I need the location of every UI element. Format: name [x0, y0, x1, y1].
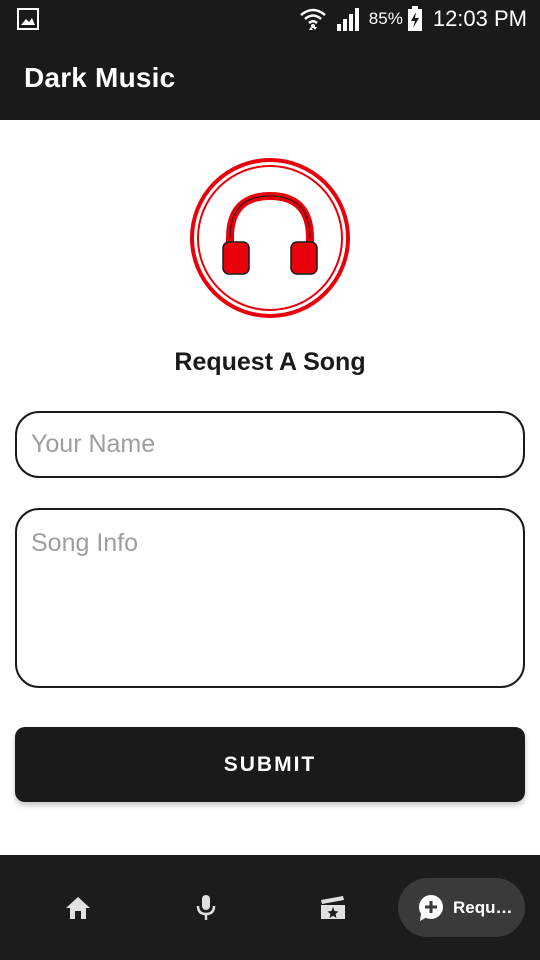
nav-request-label: Reque… — [453, 897, 515, 917]
status-icons: 85% 12:03 PM — [299, 0, 527, 38]
nav-request-song[interactable]: Reque… — [398, 878, 525, 937]
add-comment-icon — [419, 894, 443, 921]
headphones-icon — [190, 158, 350, 318]
your-name-input[interactable] — [15, 411, 525, 478]
wifi-icon — [299, 8, 326, 30]
battery-charging-icon — [407, 6, 422, 31]
bottom-nav: Reque… — [0, 855, 540, 960]
submit-button[interactable]: SUBMIT — [15, 727, 525, 802]
movie-icon — [321, 895, 345, 919]
home-icon — [66, 896, 90, 919]
song-info-input[interactable] — [15, 508, 525, 688]
microphone-icon — [196, 894, 216, 920]
app-title: Dark Music — [24, 62, 176, 93]
battery-percent: 85% — [368, 9, 403, 28]
form-title: Request A Song — [174, 348, 366, 376]
screen: 85% 12:03 PM Dark Music Request A Song S… — [0, 0, 540, 960]
app-bar: Dark Music — [0, 38, 540, 120]
nav-movies[interactable] — [283, 855, 383, 960]
signal-icon — [336, 8, 359, 31]
clock: 12:03 PM — [432, 6, 527, 31]
gallery-icon — [17, 8, 39, 30]
nav-microphone[interactable] — [156, 855, 256, 960]
nav-home[interactable] — [28, 855, 128, 960]
status-bar: 85% 12:03 PM — [0, 0, 540, 38]
